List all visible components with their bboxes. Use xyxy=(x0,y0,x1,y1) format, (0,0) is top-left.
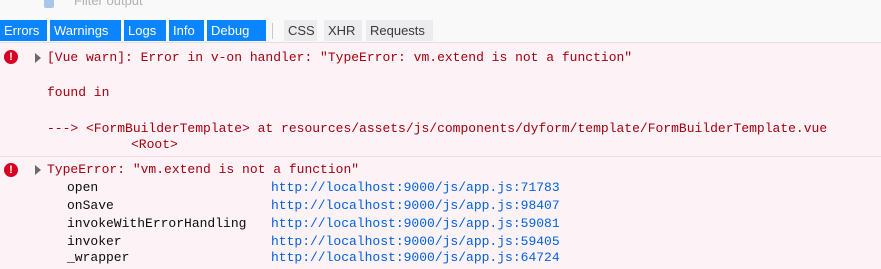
filter-warnings-button[interactable]: Warnings xyxy=(50,20,121,41)
filter-requests-button[interactable]: Requests xyxy=(366,20,433,41)
filter-css-button[interactable]: CSS xyxy=(284,20,317,41)
stack-frame-location-link[interactable]: http://localhost:9000/js/app.js:59081 xyxy=(271,215,560,233)
filter-logs-button[interactable]: Logs xyxy=(124,20,166,41)
console-toolbar: Errors Warnings Logs Info Debug CSS XHR … xyxy=(0,12,881,43)
stack-frame-function: invokeWithErrorHandling xyxy=(67,216,247,231)
error-icon: ! xyxy=(4,163,18,177)
stack-frame-function: _wrapper xyxy=(67,250,130,265)
stack-frame-function: open xyxy=(67,180,99,195)
toolbar-divider xyxy=(272,23,273,39)
filter-info-button[interactable]: Info xyxy=(169,20,204,41)
error-icon: ! xyxy=(4,50,18,64)
filter-xhr-button[interactable]: XHR xyxy=(324,20,362,41)
filter-input[interactable]: Filter output xyxy=(74,0,143,8)
filter-icon xyxy=(44,0,54,8)
message-text: [Vue warn]: Error in v-on handler: "Type… xyxy=(47,50,633,65)
filter-errors-button[interactable]: Errors xyxy=(0,20,47,41)
expand-toggle-icon[interactable] xyxy=(35,165,41,175)
console-message-vue-warn[interactable]: ! [Vue warn]: Error in v-on handler: "Ty… xyxy=(0,43,881,157)
stack-frame-location-link[interactable]: http://localhost:9000/js/app.js:64724 xyxy=(271,249,560,267)
console-message-type-error[interactable]: ! TypeError: "vm.extend is not a functio… xyxy=(0,157,881,269)
expand-toggle-icon[interactable] xyxy=(35,53,41,63)
component-root-line: <Root> xyxy=(131,137,178,152)
stack-frame-location-link[interactable]: http://localhost:9000/js/app.js:98407 xyxy=(271,197,560,215)
stack-frame-function: onSave xyxy=(67,198,114,213)
message-text: TypeError: "vm.extend is not a function" xyxy=(47,162,360,177)
filter-debug-button[interactable]: Debug xyxy=(207,20,266,41)
stack-frame-location-link[interactable]: http://localhost:9000/js/app.js:71783 xyxy=(271,179,560,197)
found-in-label: found in xyxy=(47,85,110,100)
